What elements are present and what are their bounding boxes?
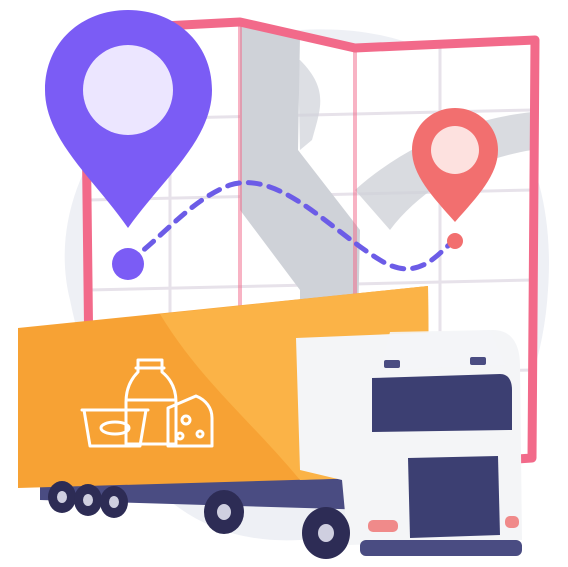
wheel-hub [318,524,334,542]
wheel-hub [83,494,93,506]
truck-headlight-right [505,516,519,528]
truck-mirror-left [384,360,400,368]
pin-coral-base [447,233,463,249]
wheel-hub [57,491,67,503]
delivery-scene [18,10,549,559]
truck-headlight-left [368,520,398,532]
wheel-hub [217,504,231,520]
pin-coral-hole [431,126,479,174]
delivery-illustration [0,0,568,567]
pin-purple-hole [83,45,173,135]
truck-windshield [372,374,512,432]
pin-purple-base [112,248,144,280]
truck-grille [408,456,500,538]
truck-mirror-right [470,357,486,365]
wheel-hub [109,496,119,508]
truck-bumper [360,540,522,556]
